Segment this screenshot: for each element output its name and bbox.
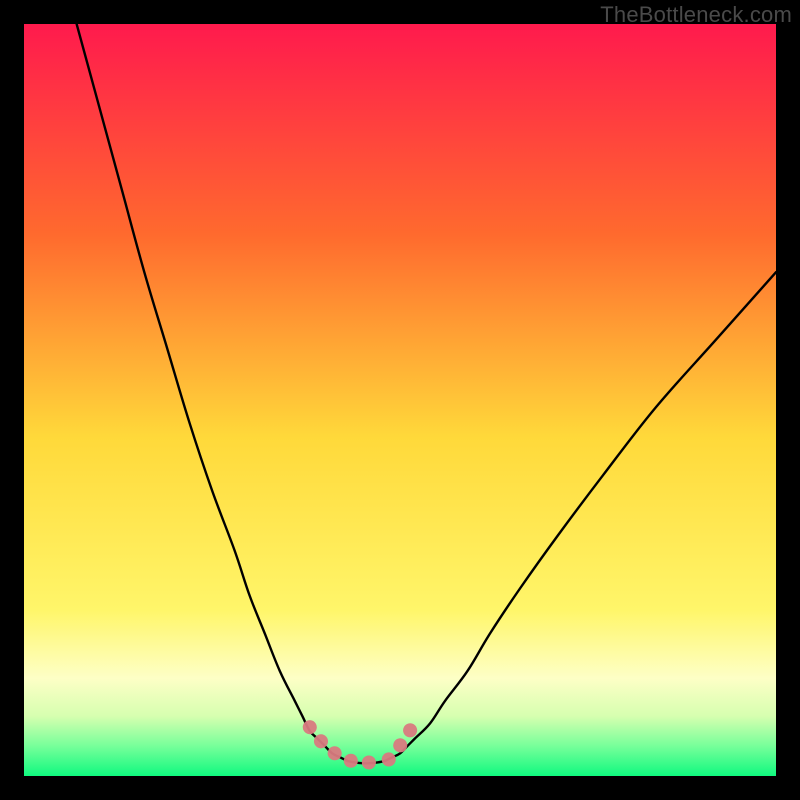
watermark-label: TheBottleneck.com <box>600 2 792 28</box>
chart-frame <box>24 24 776 776</box>
plot-svg <box>24 24 776 776</box>
